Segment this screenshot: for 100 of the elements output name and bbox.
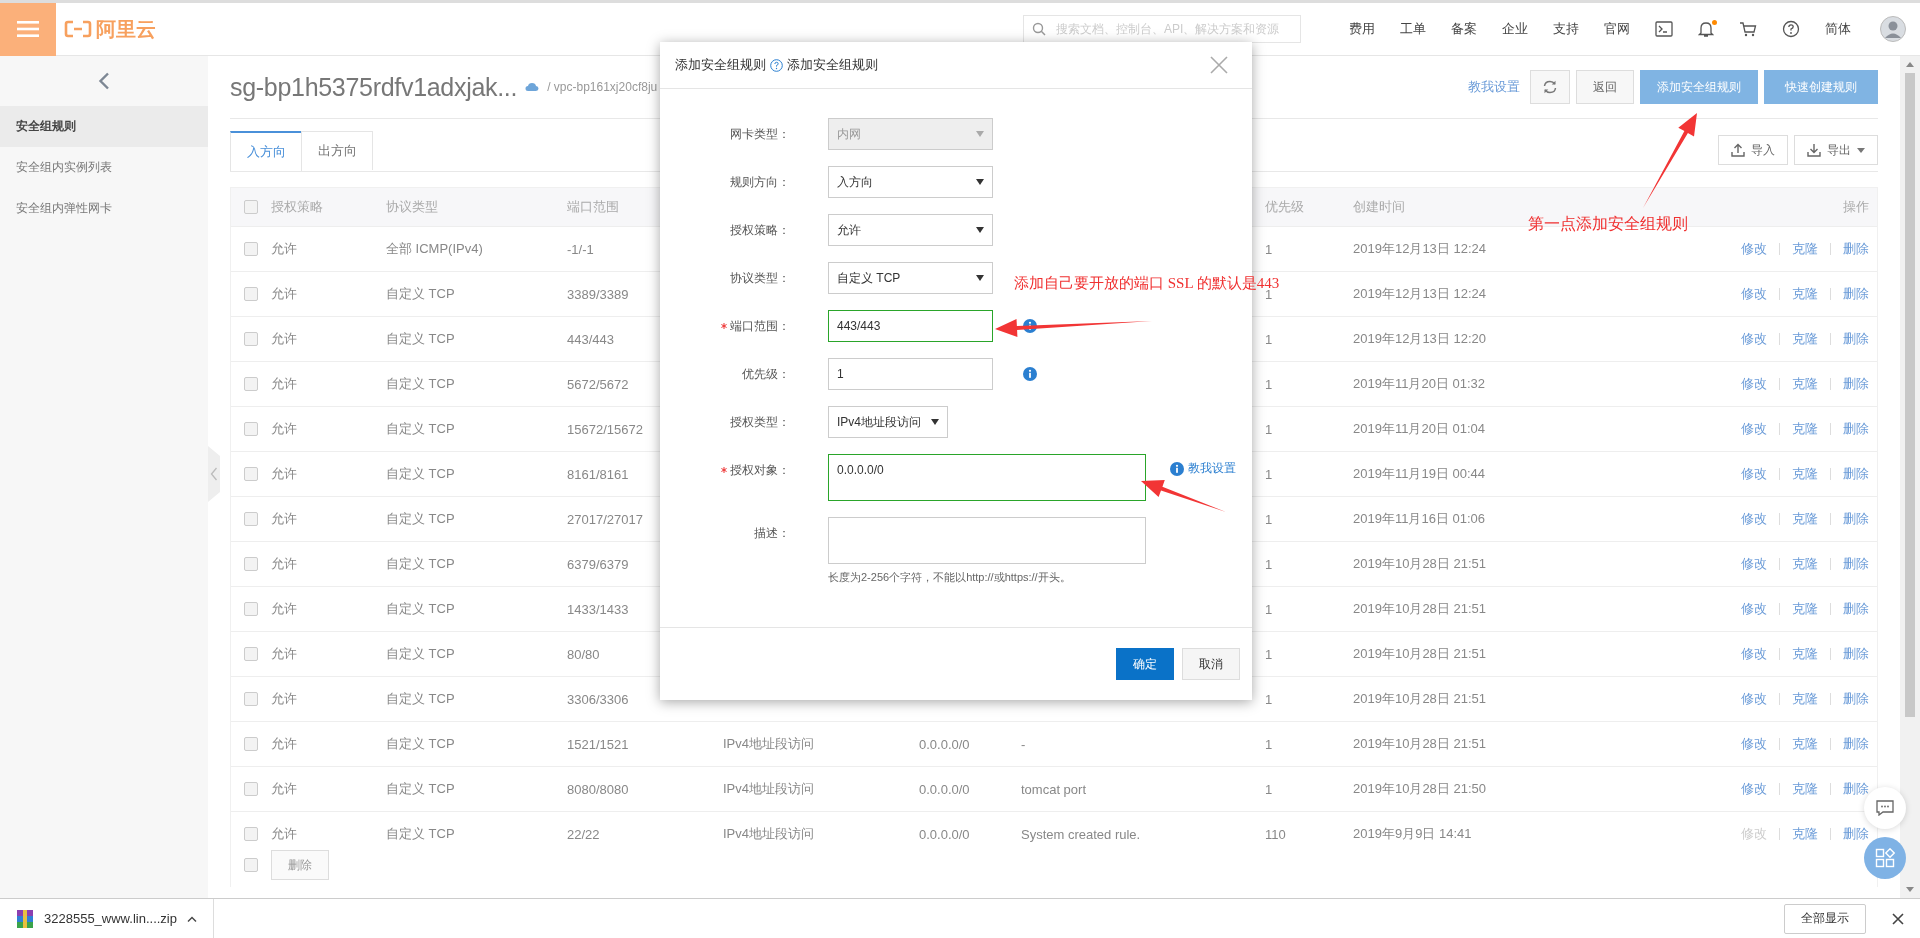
help-icon[interactable] [1782,20,1800,38]
row-action-link[interactable]: 修改 [1741,285,1767,303]
header-button[interactable]: 快速创建规则 [1764,70,1878,104]
checkbox[interactable] [244,242,258,256]
header-button[interactable]: 添加安全组规则 [1640,70,1758,104]
row-action-link[interactable]: 克隆 [1792,825,1818,843]
row-action-link[interactable]: 删除 [1843,600,1869,618]
vpc-link[interactable]: / vpc-bp161xj20cf8ju [547,80,658,94]
row-action-link[interactable]: 修改 [1741,555,1767,573]
row-action-link[interactable]: 修改 [1741,600,1767,618]
checkbox[interactable] [244,602,258,616]
help-link[interactable]: 添加安全组规则 [787,56,878,74]
row-action-link[interactable]: 修改 [1741,465,1767,483]
row-action-link[interactable]: 修改 [1741,645,1767,663]
show-all-button[interactable]: 全部显示 [1784,903,1866,934]
nav-link[interactable]: 备案 [1451,20,1477,38]
row-action-link[interactable]: 修改 [1741,330,1767,348]
row-action-link[interactable]: 修改 [1741,780,1767,798]
checkbox[interactable] [244,827,258,841]
cancel-button[interactable]: 取消 [1182,648,1240,680]
help-link[interactable]: 教我设置 [1188,460,1236,477]
nav-link[interactable]: 费用 [1349,20,1375,38]
checkbox[interactable] [244,377,258,391]
caret-icon[interactable] [187,915,197,922]
sidebar-item[interactable]: 安全组内实例列表 [0,147,208,188]
row-action-link[interactable]: 克隆 [1792,375,1818,393]
nav-link[interactable]: 官网 [1604,20,1630,38]
row-action-link[interactable]: 修改 [1741,510,1767,528]
help-link[interactable]: 教我设置 [1468,78,1520,96]
row-action-link[interactable]: 克隆 [1792,690,1818,708]
row-action-link[interactable]: 修改 [1741,240,1767,258]
checkbox[interactable] [244,737,258,751]
row-action-link[interactable]: 修改 [1741,420,1767,438]
nav-link[interactable]: 工单 [1400,20,1426,38]
row-action-link[interactable]: 克隆 [1792,555,1818,573]
direction-tab[interactable]: 出方向 [301,131,373,170]
input-field[interactable]: 443/443 [828,310,993,342]
row-action-link[interactable]: 删除 [1843,375,1869,393]
row-action-link[interactable]: 克隆 [1792,420,1818,438]
row-action-link[interactable]: 删除 [1843,645,1869,663]
input-field[interactable]: 1 [828,358,993,390]
row-action-link[interactable]: 删除 [1843,240,1869,258]
checkbox[interactable] [244,512,258,526]
terminal-icon[interactable] [1655,21,1673,37]
nav-link[interactable]: 支持 [1553,20,1579,38]
avatar-icon[interactable] [1880,16,1906,42]
row-action-link[interactable]: 删除 [1843,555,1869,573]
checkbox[interactable] [244,858,258,872]
row-action-link[interactable]: 修改 [1741,735,1767,753]
import-button[interactable]: 导入 [1718,135,1788,165]
checkbox[interactable] [244,647,258,661]
info-icon[interactable] [1023,367,1037,381]
row-action-link[interactable]: 删除 [1843,690,1869,708]
row-action-link[interactable]: 克隆 [1792,600,1818,618]
checkbox[interactable] [244,287,258,301]
row-action-link[interactable]: 克隆 [1792,645,1818,663]
checkbox[interactable] [244,332,258,346]
row-action-link[interactable]: 删除 [1843,285,1869,303]
row-action-link[interactable]: 克隆 [1792,735,1818,753]
row-action-link[interactable]: 克隆 [1792,780,1818,798]
scrollbar[interactable] [1900,56,1920,898]
scroll-down-icon[interactable] [1906,887,1914,892]
checkbox[interactable] [244,692,258,706]
row-action-link[interactable]: 删除 [1843,510,1869,528]
confirm-button[interactable]: 确定 [1116,648,1174,680]
header-button[interactable]: 返回 [1576,70,1634,104]
language-link[interactable]: 简体 [1825,20,1851,38]
refresh-button[interactable] [1530,70,1570,104]
menu-button[interactable] [0,2,56,56]
row-action-link[interactable]: 删除 [1843,735,1869,753]
nav-link[interactable]: 企业 [1502,20,1528,38]
help-icon[interactable] [770,58,783,72]
row-action-link[interactable]: 修改 [1741,690,1767,708]
row-action-link[interactable]: 删除 [1843,420,1869,438]
bell-icon[interactable] [1698,20,1714,38]
select-field[interactable]: IPv4地址段访问 [828,406,948,438]
text-area[interactable] [828,517,1146,564]
close-icon[interactable] [1892,912,1904,925]
checkbox[interactable] [244,200,258,214]
checkbox[interactable] [244,467,258,481]
row-action-link[interactable]: 克隆 [1792,330,1818,348]
row-action-link[interactable]: 删除 [1843,780,1869,798]
row-action-link[interactable]: 修改 [1741,375,1767,393]
select-field[interactable]: 自定义 TCP [828,262,993,294]
cart-icon[interactable] [1739,21,1757,37]
row-action-link[interactable]: 删除 [1843,330,1869,348]
row-action-link[interactable]: 克隆 [1792,240,1818,258]
select-field[interactable]: 允许 [828,214,993,246]
row-action-link[interactable]: 克隆 [1792,465,1818,483]
direction-tab[interactable]: 入方向 [230,131,302,171]
select-field[interactable]: 入方向 [828,166,993,198]
text-area[interactable]: 0.0.0.0/0 [828,454,1146,501]
row-action-link[interactable]: 克隆 [1792,285,1818,303]
row-action-link[interactable]: 删除 [1843,465,1869,483]
export-button[interactable]: 导出 [1794,135,1878,165]
checkbox[interactable] [244,782,258,796]
sidebar-item[interactable]: 安全组规则 [0,106,208,147]
row-action-link[interactable]: 克隆 [1792,510,1818,528]
checkbox[interactable] [244,557,258,571]
checkbox[interactable] [244,422,258,436]
